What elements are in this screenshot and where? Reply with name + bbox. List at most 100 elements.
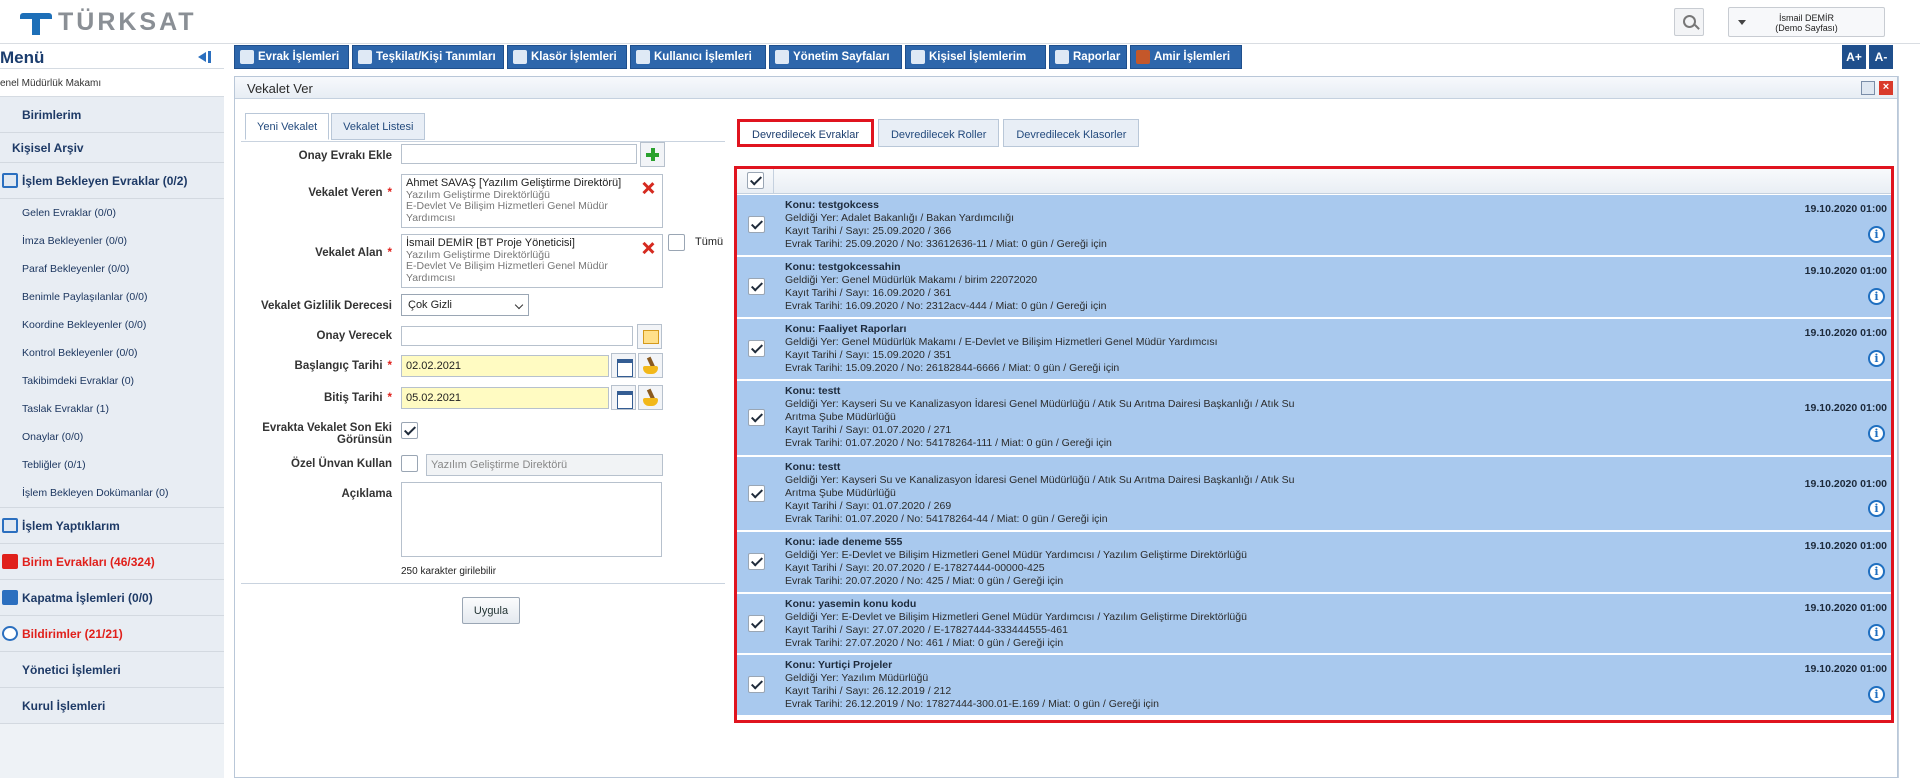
info-icon[interactable]: i bbox=[1868, 624, 1885, 641]
table-row[interactable]: Konu: testgokcessahin Geldiği Yer: Genel… bbox=[737, 257, 1891, 318]
son-ek-checkbox[interactable] bbox=[401, 422, 418, 439]
brand-name: TÜRKSAT bbox=[58, 8, 197, 36]
admin-icon bbox=[775, 50, 789, 64]
sidebar-subitem[interactable]: İşlem Bekleyen Dokümanlar (0) bbox=[0, 479, 224, 507]
tab-devredilecek-klasorler[interactable]: Devredilecek Klasorler bbox=[1003, 119, 1140, 147]
font-increase-button[interactable]: A+ bbox=[1842, 45, 1866, 69]
sidebar-item-birim-evraklari[interactable]: Birim Evrakları (46/324) bbox=[0, 544, 224, 580]
close-icon[interactable]: × bbox=[1879, 81, 1893, 95]
sidebar-subitem[interactable]: Benimle Paylaşılanlar (0/0) bbox=[0, 283, 224, 311]
ozel-unvan-checkbox[interactable] bbox=[401, 455, 418, 472]
sidebar-item-islem-yaptiklarim[interactable]: İşlem Yaptıklarım bbox=[0, 508, 224, 544]
calendar-icon[interactable] bbox=[611, 385, 636, 410]
calendar-icon[interactable] bbox=[611, 353, 636, 378]
sidebar-subitem[interactable]: Koordine Bekleyenler (0/0) bbox=[0, 311, 224, 339]
sidebar-item-islem-bekleyen[interactable]: İşlem Bekleyen Evraklar (0/2) bbox=[0, 163, 224, 199]
sidebar-subitem[interactable]: Taslak Evraklar (1) bbox=[0, 395, 224, 423]
row-checkbox[interactable] bbox=[748, 216, 765, 233]
ozel-unvan-input[interactable]: Yazılım Geliştirme Direktörü bbox=[426, 454, 663, 476]
pending-submenu: Gelen Evraklar (0/0) İmza Bekleyenler (0… bbox=[0, 199, 224, 508]
nav-kisisel[interactable]: Kişisel İşlemlerim bbox=[905, 45, 1046, 69]
info-icon[interactable]: i bbox=[1868, 350, 1885, 367]
info-icon[interactable]: i bbox=[1868, 288, 1885, 305]
table-row[interactable]: Konu: Faaliyet Raporları Geldiği Yer: Ge… bbox=[737, 319, 1891, 380]
remove-veren-icon[interactable] bbox=[642, 182, 654, 194]
sidebar-item-kurul[interactable]: Kurul İşlemleri bbox=[0, 688, 224, 724]
row-date: 19.10.2020 01:00 bbox=[1804, 402, 1887, 414]
gizlilik-select[interactable]: Çok Gizli bbox=[401, 294, 529, 316]
onay-evraki-input[interactable] bbox=[401, 144, 637, 164]
table-row[interactable]: Konu: testt Geldiği Yer: Kayseri Su ve K… bbox=[737, 457, 1891, 531]
user-menu[interactable]: İsmail DEMİR (Demo Sayfası) bbox=[1728, 7, 1885, 37]
row-date: 19.10.2020 01:00 bbox=[1804, 540, 1887, 552]
char-limit-hint: 250 karakter girilebilir bbox=[401, 566, 497, 577]
onay-verecek-label: Onay Verecek bbox=[316, 330, 392, 342]
tumu-checkbox[interactable] bbox=[668, 234, 685, 251]
clear-date-icon[interactable] bbox=[638, 385, 663, 410]
sidebar-item-yonetici[interactable]: Yönetici İşlemleri bbox=[0, 652, 224, 688]
clear-date-icon[interactable] bbox=[638, 353, 663, 378]
sidebar-item-kapatma[interactable]: Kapatma İşlemleri (0/0) bbox=[0, 580, 224, 616]
sidebar-subitem[interactable]: Paraf Bekleyenler (0/0) bbox=[0, 255, 224, 283]
row-checkbox[interactable] bbox=[748, 615, 765, 632]
vekalet-tabs: Yeni Vekalet Vekalet Listesi bbox=[245, 113, 427, 140]
onay-verecek-input[interactable] bbox=[401, 326, 633, 346]
select-tree-icon[interactable] bbox=[637, 324, 662, 349]
folder-tree-icon bbox=[2, 590, 18, 605]
tab-vekalet-listesi[interactable]: Vekalet Listesi bbox=[331, 113, 426, 140]
search-icon[interactable] bbox=[1674, 8, 1704, 36]
sidebar-subitem[interactable]: Onaylar (0/0) bbox=[0, 423, 224, 451]
sidebar: Menü enel Müdürlük Makamı Birimlerim Kiş… bbox=[0, 45, 224, 778]
sidebar-item-kisisel-arsiv[interactable]: Kişisel Arşiv bbox=[0, 133, 224, 163]
row-checkbox[interactable] bbox=[748, 278, 765, 295]
baslangic-input[interactable]: 02.02.2021 bbox=[401, 355, 609, 377]
sidebar-subitem[interactable]: Takibimdeki Evraklar (0) bbox=[0, 367, 224, 395]
row-checkbox[interactable] bbox=[748, 340, 765, 357]
info-icon[interactable]: i bbox=[1868, 425, 1885, 442]
add-onay-evraki-button[interactable] bbox=[640, 142, 665, 167]
tab-devredilecek-roller[interactable]: Devredilecek Roller bbox=[877, 119, 1000, 147]
sidebar-item-bildirimler[interactable]: Bildirimler (21/21) bbox=[0, 616, 224, 652]
vekalet-veren-label: Vekalet Veren * bbox=[308, 187, 392, 199]
sidebar-item-birimlerim[interactable]: Birimlerim bbox=[0, 97, 224, 133]
tab-yeni-vekalet[interactable]: Yeni Vekalet bbox=[245, 113, 330, 140]
nav-amir[interactable]: Amir İşlemleri bbox=[1130, 45, 1242, 69]
table-row[interactable]: Konu: testt Geldiği Yer: Kayseri Su ve K… bbox=[737, 381, 1891, 456]
nav-kullanici[interactable]: Kullanıcı İşlemleri bbox=[630, 45, 766, 69]
breadcrumb: enel Müdürlük Makamı bbox=[0, 69, 224, 97]
nav-klasor[interactable]: Klasör İşlemleri bbox=[507, 45, 627, 69]
row-date: 19.10.2020 01:00 bbox=[1804, 478, 1887, 490]
info-icon[interactable]: i bbox=[1868, 563, 1885, 580]
sidebar-subitem[interactable]: Tebliğler (0/1) bbox=[0, 451, 224, 479]
collapse-menu-icon[interactable] bbox=[198, 50, 214, 64]
nav-evrak-islemleri[interactable]: Evrak İşlemleri bbox=[234, 45, 349, 69]
info-icon[interactable]: i bbox=[1868, 226, 1885, 243]
font-decrease-button[interactable]: A- bbox=[1869, 45, 1893, 69]
row-date: 19.10.2020 01:00 bbox=[1804, 265, 1887, 277]
table-row[interactable]: Konu: yasemin konu kodu Geldiği Yer: E-D… bbox=[737, 594, 1891, 654]
aciklama-textarea[interactable] bbox=[401, 482, 662, 557]
apply-button[interactable]: Uygula bbox=[462, 597, 520, 624]
select-all-checkbox[interactable] bbox=[747, 172, 764, 189]
table-row[interactable]: Konu: iade deneme 555 Geldiği Yer: E-Dev… bbox=[737, 532, 1891, 593]
row-checkbox[interactable] bbox=[748, 485, 765, 502]
info-icon[interactable]: i bbox=[1868, 686, 1885, 703]
tab-devredilecek-evraklar[interactable]: Devredilecek Evraklar bbox=[737, 119, 874, 147]
row-checkbox[interactable] bbox=[748, 409, 765, 426]
table-row[interactable]: Konu: Yurtiçi Projeler Geldiği Yer: Yazı… bbox=[737, 655, 1891, 716]
sidebar-subitem[interactable]: Gelen Evraklar (0/0) bbox=[0, 199, 224, 227]
row-checkbox[interactable] bbox=[748, 553, 765, 570]
table-row[interactable]: Konu: testgokcess Geldiği Yer: Adalet Ba… bbox=[737, 195, 1891, 256]
info-icon[interactable]: i bbox=[1868, 500, 1885, 517]
nav-yonetim[interactable]: Yönetim Sayfaları bbox=[769, 45, 902, 69]
sidebar-subitem[interactable]: İmza Bekleyenler (0/0) bbox=[0, 227, 224, 255]
print-icon[interactable] bbox=[1861, 81, 1875, 95]
vekalet-alan-field[interactable]: İsmail DEMİR [BT Proje Yöneticisi] Yazıl… bbox=[401, 234, 663, 288]
vekalet-veren-field[interactable]: Ahmet SAVAŞ [Yazılım Geliştirme Direktör… bbox=[401, 174, 663, 228]
bitis-input[interactable]: 05.02.2021 bbox=[401, 387, 609, 409]
nav-raporlar[interactable]: Raporlar bbox=[1049, 45, 1127, 69]
row-checkbox[interactable] bbox=[748, 676, 765, 693]
sidebar-subitem[interactable]: Kontrol Bekleyenler (0/0) bbox=[0, 339, 224, 367]
nav-teskilat[interactable]: Teşkilat/Kişi Tanımları bbox=[352, 45, 504, 69]
remove-alan-icon[interactable] bbox=[642, 242, 654, 254]
